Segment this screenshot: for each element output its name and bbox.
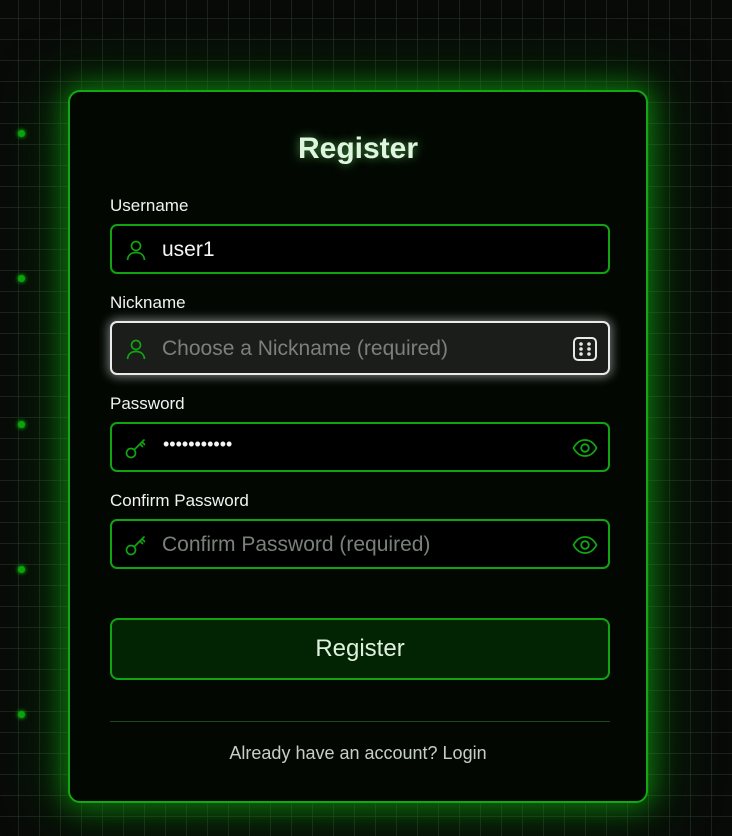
- password-field[interactable]: •••••••••••: [110, 422, 610, 472]
- nickname-placeholder: Choose a Nickname (required): [162, 337, 448, 360]
- username-field[interactable]: user1: [110, 224, 610, 274]
- decorative-dot: [18, 275, 25, 282]
- key-icon: [125, 439, 146, 459]
- decorative-dot: [18, 711, 25, 718]
- nickname-field[interactable]: Choose a Nickname (required): [110, 321, 610, 375]
- decorative-dot: [18, 421, 25, 428]
- eye-icon[interactable]: [572, 435, 598, 461]
- confirm-password-label: Confirm Password: [110, 491, 249, 510]
- confirm-password-placeholder: Confirm Password (required): [162, 533, 431, 556]
- key-icon: [125, 536, 146, 556]
- username-label: Username: [110, 196, 189, 215]
- user-icon: [126, 339, 146, 360]
- divider: [110, 721, 610, 722]
- password-value: •••••••••••: [163, 434, 233, 454]
- dice-icon[interactable]: [572, 336, 598, 362]
- login-link[interactable]: Already have an account? Login: [70, 743, 646, 764]
- eye-icon[interactable]: [572, 532, 598, 558]
- decorative-dot: [18, 566, 25, 573]
- confirm-password-field[interactable]: Confirm Password (required): [110, 519, 610, 569]
- page-title: Register: [297, 132, 419, 165]
- nickname-label: Nickname: [110, 293, 186, 312]
- register-button[interactable]: Register: [110, 618, 610, 680]
- decorative-dot: [18, 130, 25, 137]
- password-label: Password: [110, 394, 185, 413]
- username-value: user1: [162, 238, 215, 261]
- user-icon: [126, 240, 146, 261]
- register-card: Register Username user1 Nickname Choose …: [68, 90, 648, 803]
